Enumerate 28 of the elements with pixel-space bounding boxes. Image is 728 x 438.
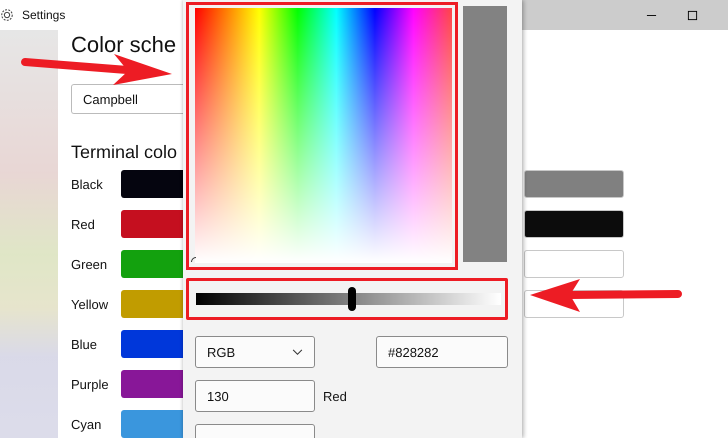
- maximize-button[interactable]: [687, 10, 698, 20]
- color-label: Cyan: [71, 416, 102, 432]
- color-label: Red: [71, 216, 96, 232]
- color-swatch[interactable]: [121, 210, 183, 238]
- color-label: Black: [71, 176, 104, 192]
- chevron-down-icon: [292, 348, 303, 356]
- color-label: Green: [71, 256, 108, 272]
- mode-dropdown[interactable]: RGB: [195, 336, 315, 368]
- color-swatch[interactable]: [121, 370, 183, 398]
- color-label: Purple: [71, 376, 110, 392]
- channel-input[interactable]: 130: [195, 380, 315, 412]
- color-swatch[interactable]: [121, 410, 183, 438]
- color-swatch[interactable]: [524, 250, 624, 278]
- color-swatch[interactable]: [524, 170, 624, 198]
- settings-icon: [0, 8, 14, 22]
- color-swatch[interactable]: [121, 170, 183, 198]
- color-swatch[interactable]: [121, 250, 183, 278]
- section-heading: Terminal colo: [71, 141, 178, 164]
- channel-label: Red: [323, 388, 347, 404]
- color-swatch[interactable]: [121, 330, 183, 358]
- page-heading: Color sche: [71, 32, 176, 58]
- hex-input[interactable]: #828282: [376, 336, 508, 368]
- slider-thumb[interactable]: [348, 287, 356, 311]
- color-label: Blue: [71, 336, 98, 352]
- color-swatch[interactable]: [121, 290, 183, 318]
- color-label: Yellow: [71, 296, 110, 312]
- color-swatch[interactable]: [524, 210, 624, 238]
- window-title: Settings: [22, 8, 66, 22]
